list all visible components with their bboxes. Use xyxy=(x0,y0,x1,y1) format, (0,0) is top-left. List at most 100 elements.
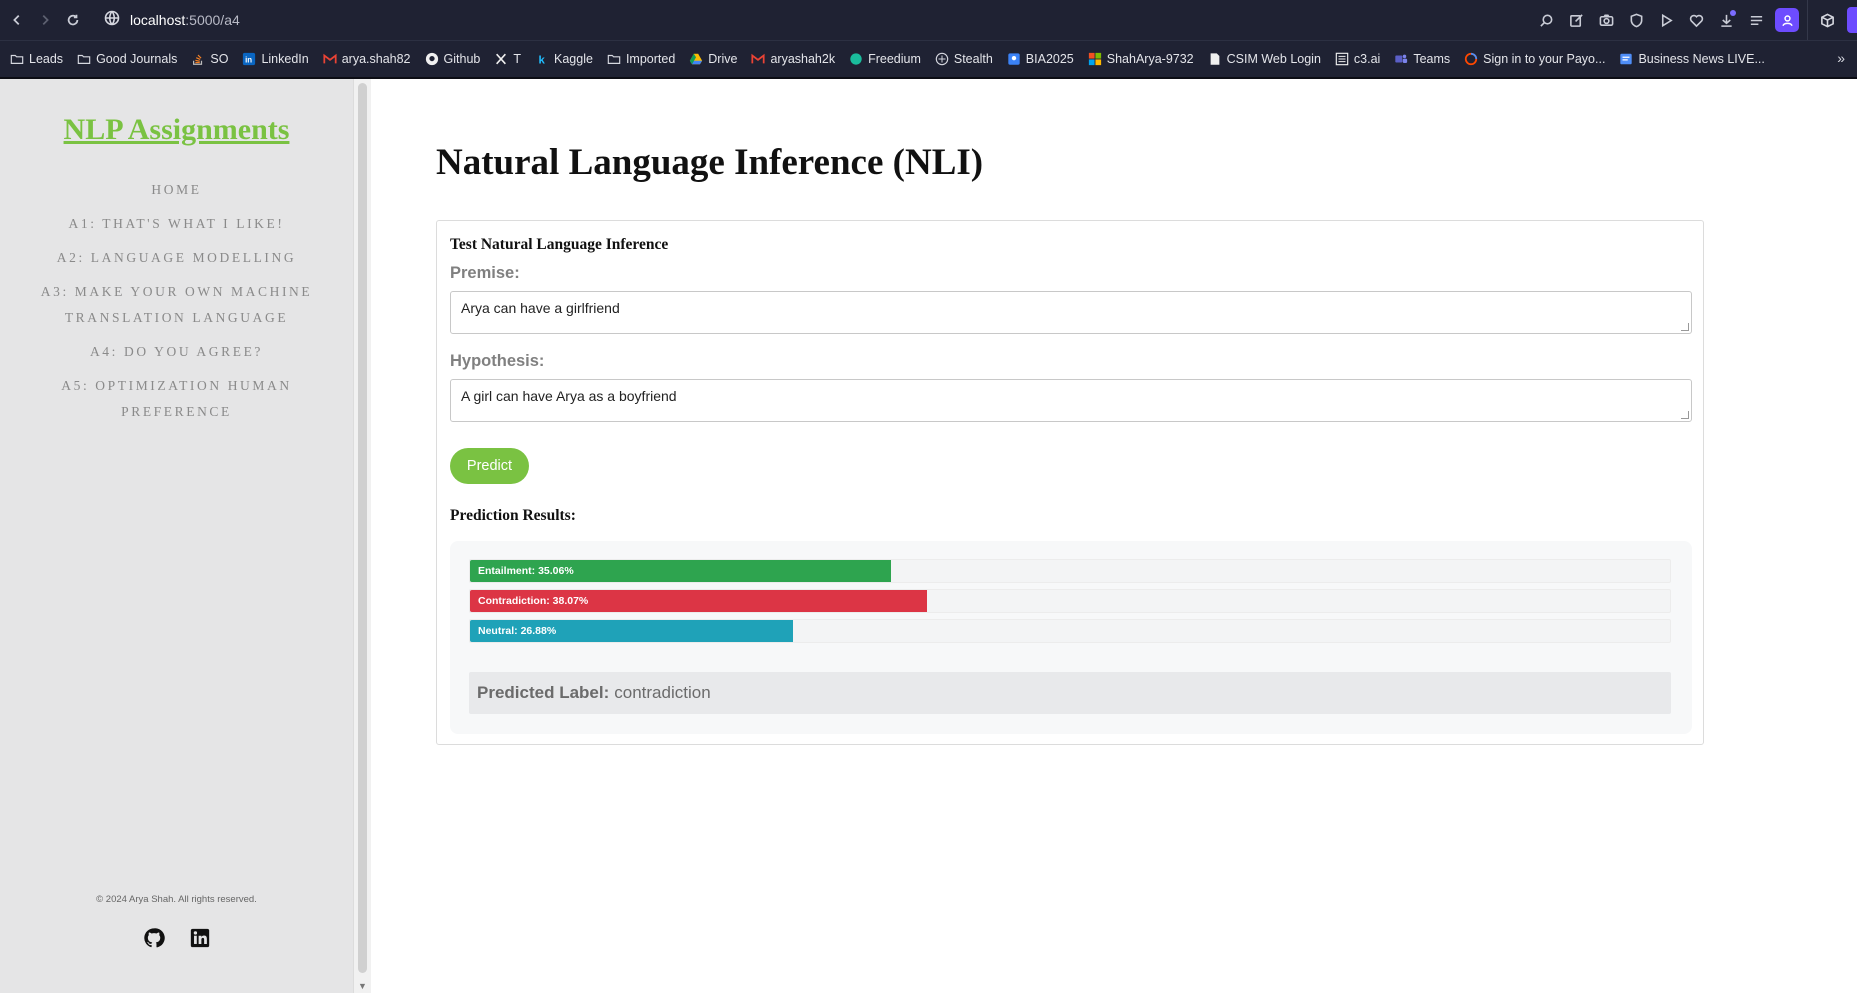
bookmark-item[interactable]: T xyxy=(494,52,521,66)
search-icon[interactable] xyxy=(1537,11,1555,29)
sidebar-scrollbar[interactable]: ▼ xyxy=(353,79,371,993)
camera-icon[interactable] xyxy=(1597,11,1615,29)
bookmark-item[interactable]: Drive xyxy=(689,52,737,66)
bookmark-item[interactable]: Sign in to your Payo... xyxy=(1464,52,1605,66)
menu-icon[interactable] xyxy=(1747,11,1765,29)
entailment-bar-fill: Entailment: 35.06% xyxy=(470,560,891,582)
predicted-label-prefix: Predicted Label: xyxy=(477,683,610,702)
bookmark-item[interactable]: Business News LIVE... xyxy=(1619,52,1765,66)
sidebar-item-a4[interactable]: A4: DO YOU AGREE? xyxy=(0,339,353,365)
hypothesis-input[interactable]: A girl can have Arya as a boyfriend xyxy=(450,379,1692,422)
scroll-down-icon[interactable]: ▼ xyxy=(358,981,367,991)
brand-link[interactable]: NLP Assignments xyxy=(0,113,353,147)
sidebar-item-a3[interactable]: A3: MAKE YOUR OWN MACHINE TRANSLATION LA… xyxy=(0,279,353,331)
bookmark-item[interactable]: arya.shah82 xyxy=(323,52,411,66)
browser-toolbar: localhost:5000/a4 xyxy=(0,0,1857,40)
bookmark-item[interactable]: BIA2025 xyxy=(1007,52,1074,66)
bookmark-item[interactable]: ShahArya-9732 xyxy=(1088,52,1194,66)
folder-icon xyxy=(607,52,621,66)
forward-button[interactable] xyxy=(34,9,56,31)
contradiction-bar: Contradiction: 38.07% xyxy=(469,589,1671,613)
bookmark-item[interactable]: in LinkedIn xyxy=(242,52,309,66)
social-links xyxy=(0,927,353,954)
sidebar: NLP Assignments HOME A1: THAT'S WHAT I L… xyxy=(0,79,353,993)
contradiction-bar-label: Contradiction: 38.07% xyxy=(478,595,589,607)
reload-icon xyxy=(67,14,79,26)
sidebar-item-a5[interactable]: A5: OPTIMIZATION HUMAN PREFERENCE xyxy=(0,373,353,425)
hypothesis-label: Hypothesis: xyxy=(450,352,545,370)
folder-icon xyxy=(77,52,91,66)
bookmark-label: CSIM Web Login xyxy=(1226,52,1321,66)
bookmark-label: Imported xyxy=(625,52,676,66)
bookmarks-overflow-icon[interactable]: » xyxy=(1837,50,1845,66)
bookmark-label: LinkedIn xyxy=(261,52,309,66)
bookmark-item[interactable]: c3.ai xyxy=(1335,52,1380,66)
sidebar-item-a1[interactable]: A1: THAT'S WHAT I LIKE! xyxy=(0,211,353,237)
bookmark-item[interactable]: Good Journals xyxy=(77,52,177,66)
bookmark-label: Sign in to your Payo... xyxy=(1483,52,1606,66)
payoneer-icon xyxy=(1464,52,1478,66)
stackoverflow-icon xyxy=(191,52,205,66)
profile-avatar[interactable] xyxy=(1775,8,1799,32)
linkedin-icon[interactable] xyxy=(189,927,211,954)
back-button[interactable] xyxy=(6,9,28,31)
results-title: Prediction Results: xyxy=(450,507,576,524)
bookmark-item[interactable]: k Kaggle xyxy=(535,52,593,66)
sidebar-item-a2[interactable]: A2: LANGUAGE MODELLING xyxy=(0,245,353,271)
bookmark-item[interactable]: Teams xyxy=(1394,52,1450,66)
play-icon[interactable] xyxy=(1657,11,1675,29)
edit-icon[interactable] xyxy=(1567,11,1585,29)
bookmark-item[interactable]: Freedium xyxy=(849,52,921,66)
bookmark-label: BIA2025 xyxy=(1025,52,1074,66)
bookmark-item[interactable]: Github xyxy=(425,52,480,66)
chevron-left-icon xyxy=(13,15,20,25)
bookmark-label: Stealth xyxy=(953,52,993,66)
sidebar-item-home[interactable]: HOME xyxy=(0,177,353,203)
bookmark-item[interactable]: Leads xyxy=(10,52,63,66)
globe-icon xyxy=(104,10,120,31)
bookmark-item[interactable]: Imported xyxy=(607,52,675,66)
bookmark-label: aryashah2k xyxy=(770,52,836,66)
sidebar-panel-tab[interactable] xyxy=(1847,7,1857,33)
heart-icon[interactable] xyxy=(1687,11,1705,29)
url-host: localhost xyxy=(130,12,186,28)
bookmark-item[interactable]: SO xyxy=(191,52,228,66)
github-icon xyxy=(425,52,439,66)
predict-button[interactable]: Predict xyxy=(450,448,529,484)
download-icon[interactable] xyxy=(1717,10,1736,29)
sidebar-nav: HOME A1: THAT'S WHAT I LIKE! A2: LANGUAG… xyxy=(0,177,353,433)
bookmarks-bar: Leads Good Journals SO in LinkedIn arya.shah8… xyxy=(0,40,1857,77)
reload-button[interactable] xyxy=(62,9,84,31)
bookmark-item[interactable]: aryashah2k xyxy=(751,52,835,66)
neutral-bar-label: Neutral: 26.88% xyxy=(478,625,557,637)
url-text: localhost:5000/a4 xyxy=(130,12,240,28)
folder-icon xyxy=(10,52,24,66)
resize-handle-icon[interactable] xyxy=(1681,411,1689,419)
news-icon xyxy=(1619,52,1633,66)
url-path: :5000/a4 xyxy=(185,12,240,28)
kaggle-icon: k xyxy=(535,52,549,66)
freedium-icon xyxy=(849,52,863,66)
svg-text:k: k xyxy=(539,54,546,66)
resize-handle-icon[interactable] xyxy=(1681,323,1689,331)
github-icon[interactable] xyxy=(143,927,165,954)
linkedin-icon: in xyxy=(242,52,256,66)
premise-input[interactable]: Arya can have a girlfriend xyxy=(450,291,1692,334)
bookmark-item[interactable]: Stealth xyxy=(935,52,993,66)
neutral-bar-fill: Neutral: 26.88% xyxy=(470,620,793,642)
svg-text:in: in xyxy=(246,56,253,65)
nli-card: Test Natural Language Inference Premise:… xyxy=(436,220,1704,745)
premise-value: Arya can have a girlfriend xyxy=(461,300,620,316)
address-bar[interactable]: localhost:5000/a4 xyxy=(104,6,240,34)
scrollbar-thumb[interactable] xyxy=(358,83,367,973)
c3-icon xyxy=(1335,52,1349,66)
bookmark-item[interactable]: CSIM Web Login xyxy=(1208,52,1321,66)
predicted-label-box: Predicted Label: contradiction xyxy=(469,672,1671,714)
bookmark-label: arya.shah82 xyxy=(341,52,411,66)
shield-icon[interactable] xyxy=(1627,11,1645,29)
gmail-icon xyxy=(323,52,337,66)
card-title: Test Natural Language Inference xyxy=(450,236,669,253)
predicted-label-value: contradiction xyxy=(614,683,711,702)
document-icon xyxy=(1208,52,1222,66)
cube-icon[interactable] xyxy=(1807,0,1847,40)
